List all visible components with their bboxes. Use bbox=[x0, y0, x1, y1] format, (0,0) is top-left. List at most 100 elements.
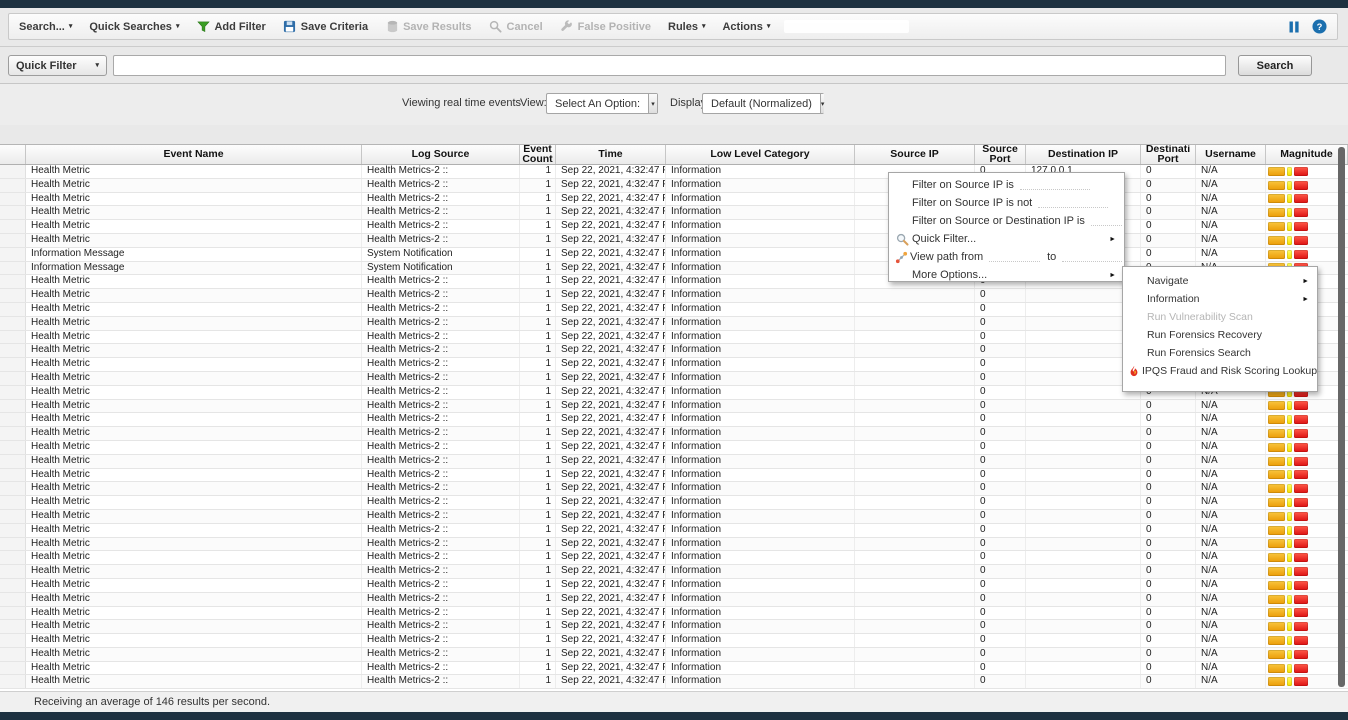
search-input[interactable] bbox=[113, 55, 1226, 76]
table-row[interactable]: Health MetricHealth Metrics-2 ::1Sep 22,… bbox=[0, 234, 1348, 248]
cell-low-level-category: Information bbox=[666, 234, 855, 247]
table-row[interactable]: Health MetricHealth Metrics-2 ::1Sep 22,… bbox=[0, 538, 1348, 552]
table-row[interactable]: Health MetricHealth Metrics-2 ::1Sep 22,… bbox=[0, 496, 1348, 510]
table-row[interactable]: Health MetricHealth Metrics-2 ::1Sep 22,… bbox=[0, 551, 1348, 565]
cell-magnitude bbox=[1266, 400, 1348, 413]
menu-item-filter-on-source-ip-is-not[interactable]: Filter on Source IP is not bbox=[889, 194, 1124, 212]
view-select[interactable]: Select An Option: ▾ bbox=[546, 93, 658, 114]
add-filter-button[interactable]: Add Filter bbox=[196, 20, 265, 34]
col-header-source-port[interactable]: Source Port bbox=[975, 145, 1026, 164]
cell-event-count: 1 bbox=[520, 565, 556, 578]
cell-username: N/A bbox=[1196, 524, 1266, 537]
cell-magnitude bbox=[1266, 662, 1348, 675]
menu-item-filter-on-source-ip-is[interactable]: Filter on Source IP is bbox=[889, 176, 1124, 194]
table-row[interactable]: Health MetricHealth Metrics-2 ::1Sep 22,… bbox=[0, 220, 1348, 234]
table-row[interactable]: Health MetricHealth Metrics-2 ::1Sep 22,… bbox=[0, 620, 1348, 634]
table-row[interactable]: Health MetricHealth Metrics-2 ::1Sep 22,… bbox=[0, 524, 1348, 538]
search-button[interactable]: Search...▾ bbox=[19, 21, 72, 33]
menu-item-more-options[interactable]: More Options...► bbox=[889, 266, 1124, 284]
cell-source-port: 0 bbox=[975, 496, 1026, 509]
cell-log-source: Health Metrics-2 :: bbox=[362, 344, 520, 357]
col-header-username[interactable]: Username bbox=[1196, 145, 1266, 164]
magnitude-bar-segment bbox=[1268, 194, 1285, 203]
table-row[interactable]: Health MetricHealth Metrics-2 ::1Sep 22,… bbox=[0, 455, 1348, 469]
col-header-destination-ip[interactable]: Destination IP bbox=[1026, 145, 1141, 164]
cell-event-name: Health Metric bbox=[26, 565, 362, 578]
table-row[interactable]: Health MetricHealth Metrics-2 ::1Sep 22,… bbox=[0, 607, 1348, 621]
col-header-destination-port[interactable]: Destinati Port bbox=[1141, 145, 1196, 164]
cell-destination-port: 0 bbox=[1141, 413, 1196, 426]
vertical-scrollbar[interactable] bbox=[1338, 147, 1345, 687]
table-row[interactable]: Health MetricHealth Metrics-2 ::1Sep 22,… bbox=[0, 510, 1348, 524]
table-row[interactable]: Health MetricHealth Metrics-2 ::1Sep 22,… bbox=[0, 579, 1348, 593]
help-icon[interactable]: ? bbox=[1311, 19, 1327, 35]
submenu-item-run-forensics-recovery[interactable]: Run Forensics Recovery bbox=[1123, 326, 1317, 344]
table-row[interactable]: Health MetricHealth Metrics-2 ::1Sep 22,… bbox=[0, 648, 1348, 662]
table-row[interactable]: Health MetricHealth Metrics-2 ::1Sep 22,… bbox=[0, 193, 1348, 207]
submenu-item-ipqs-fraud-and-risk-scoring-lookup[interactable]: IPQS Fraud and Risk Scoring Lookup bbox=[1123, 362, 1317, 380]
cell-username: N/A bbox=[1196, 234, 1266, 247]
magnitude-bar-segment bbox=[1287, 457, 1292, 466]
cell-low-level-category: Information bbox=[666, 248, 855, 261]
cell-event-count: 1 bbox=[520, 289, 556, 302]
magnitude-bar-segment bbox=[1294, 167, 1308, 176]
pause-icon[interactable] bbox=[1286, 19, 1302, 35]
magnitude-bar-segment bbox=[1268, 181, 1285, 190]
cell-row-select bbox=[0, 220, 26, 233]
col-header-time[interactable]: Time bbox=[556, 145, 666, 164]
submenu-item-information[interactable]: Information► bbox=[1123, 290, 1317, 308]
false-positive-button: False Positive bbox=[560, 20, 651, 34]
col-header-magnitude[interactable]: Magnitude bbox=[1266, 145, 1348, 164]
table-row[interactable]: Health MetricHealth Metrics-2 ::1Sep 22,… bbox=[0, 593, 1348, 607]
cell-low-level-category: Information bbox=[666, 386, 855, 399]
cell-time: Sep 22, 2021, 4:32:47 PM bbox=[556, 372, 666, 385]
cell-source-ip bbox=[855, 317, 975, 330]
submenu-item-navigate[interactable]: Navigate► bbox=[1123, 272, 1317, 290]
magnitude-bar-segment bbox=[1268, 167, 1285, 176]
table-row[interactable]: Health MetricHealth Metrics-2 ::1Sep 22,… bbox=[0, 206, 1348, 220]
search-button[interactable]: Search bbox=[1238, 55, 1312, 76]
table-row[interactable]: Health MetricHealth Metrics-2 ::1Sep 22,… bbox=[0, 427, 1348, 441]
col-header-event-count[interactable]: Event Count bbox=[520, 145, 556, 164]
cell-destination-port: 0 bbox=[1141, 248, 1196, 261]
quick-filter-dropdown[interactable]: Quick Filter ▾ bbox=[8, 55, 107, 76]
display-select-value: Default (Normalized) bbox=[703, 98, 820, 110]
table-row[interactable]: Health MetricHealth Metrics-2 ::1Sep 22,… bbox=[0, 441, 1348, 455]
table-row[interactable]: Health MetricHealth Metrics-2 ::1Sep 22,… bbox=[0, 179, 1348, 193]
actions-button[interactable]: Actions▾ bbox=[722, 21, 770, 33]
table-row[interactable]: Health MetricHealth Metrics-2 ::1Sep 22,… bbox=[0, 165, 1348, 179]
menu-item-quick-filter[interactable]: Quick Filter...► bbox=[889, 230, 1124, 248]
save-criteria-button[interactable]: Save Criteria bbox=[283, 20, 368, 34]
magnitude-bar-segment bbox=[1294, 526, 1308, 535]
submenu-item-run-forensics-search[interactable]: Run Forensics Search bbox=[1123, 344, 1317, 362]
cell-username: N/A bbox=[1196, 165, 1266, 178]
table-row[interactable]: Health MetricHealth Metrics-2 ::1Sep 22,… bbox=[0, 634, 1348, 648]
cell-event-name: Health Metric bbox=[26, 386, 362, 399]
table-row[interactable]: Information MessageSystem Notification1S… bbox=[0, 248, 1348, 262]
display-select[interactable]: Default (Normalized) ▾ bbox=[702, 93, 824, 114]
context-menu: Filter on Source IP isFilter on Source I… bbox=[888, 172, 1125, 282]
cell-event-count: 1 bbox=[520, 427, 556, 440]
cell-time: Sep 22, 2021, 4:32:47 PM bbox=[556, 234, 666, 247]
quick-filter-magnifier-icon bbox=[894, 233, 910, 246]
table-row[interactable]: Health MetricHealth Metrics-2 ::1Sep 22,… bbox=[0, 565, 1348, 579]
table-row[interactable]: Health MetricHealth Metrics-2 ::1Sep 22,… bbox=[0, 469, 1348, 483]
magnitude-bar-segment bbox=[1287, 608, 1292, 617]
rules-button[interactable]: Rules▾ bbox=[668, 21, 705, 33]
quick-filter-label: Quick Filter bbox=[16, 60, 77, 72]
table-row[interactable]: Health MetricHealth Metrics-2 ::1Sep 22,… bbox=[0, 662, 1348, 676]
cell-time: Sep 22, 2021, 4:32:47 PM bbox=[556, 662, 666, 675]
table-row[interactable]: Health MetricHealth Metrics-2 ::1Sep 22,… bbox=[0, 675, 1348, 689]
col-header-source-ip[interactable]: Source IP bbox=[855, 145, 975, 164]
col-header-log-source[interactable]: Log Source bbox=[362, 145, 520, 164]
table-row[interactable]: Health MetricHealth Metrics-2 ::1Sep 22,… bbox=[0, 482, 1348, 496]
cell-log-source: Health Metrics-2 :: bbox=[362, 675, 520, 688]
table-row[interactable]: Health MetricHealth Metrics-2 ::1Sep 22,… bbox=[0, 400, 1348, 414]
table-row[interactable]: Health MetricHealth Metrics-2 ::1Sep 22,… bbox=[0, 413, 1348, 427]
col-header-event-name[interactable]: Event Name bbox=[26, 145, 362, 164]
menu-item-filter-on-source-or-destination-ip-is[interactable]: Filter on Source or Destination IP is bbox=[889, 212, 1124, 230]
menu-item-view-path-from[interactable]: View path fromto bbox=[889, 248, 1124, 266]
cell-destination-ip bbox=[1026, 413, 1141, 426]
col-header-low-level-category[interactable]: Low Level Category bbox=[666, 145, 855, 164]
quick-searches-button[interactable]: Quick Searches▾ bbox=[89, 21, 179, 33]
